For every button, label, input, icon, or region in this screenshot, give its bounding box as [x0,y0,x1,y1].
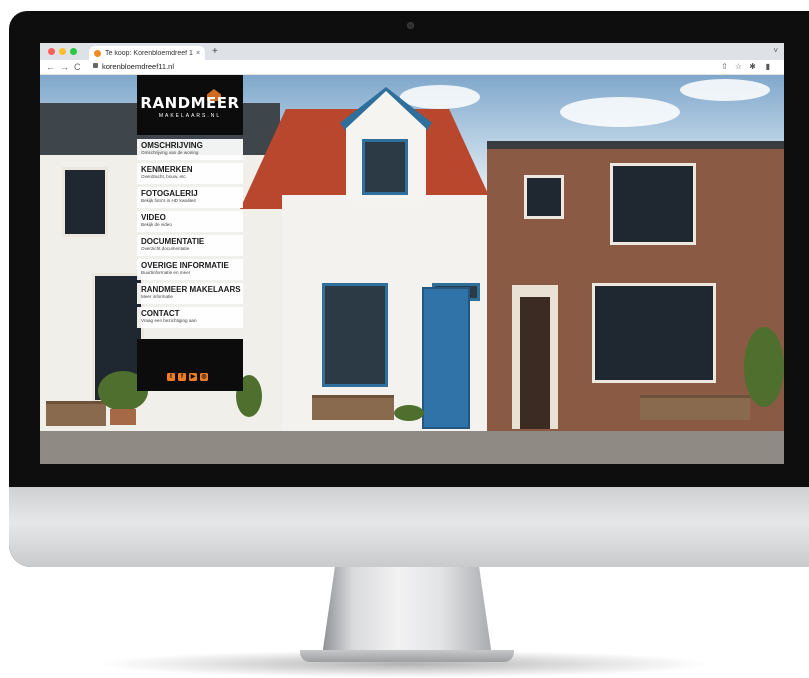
share-icon[interactable]: ⇧ [721,61,728,73]
bench [312,395,394,420]
menu-item-subtitle: Bekijk de video [141,222,172,227]
menu-item-title: RANDMEER MAKELAARS [141,285,241,294]
bench [640,395,750,420]
url-field[interactable]: korenbloemdreef11.nl [102,62,174,71]
menu-item-fotogalerij[interactable]: FOTOGALERIJ Bekijk foto's in HD kwalitei… [137,187,243,208]
tab-title: Te koop: Korenbloemdreef 11, · [105,49,193,57]
blue-door [422,287,470,429]
menu-item-documentatie[interactable]: DOCUMENTATIE Overzicht documentatie [137,235,243,256]
brick-lower-window [592,283,716,383]
browser-tabbar: Te koop: Korenbloemdreef 11, · × + ˅ [40,43,784,60]
dormer-window [362,139,408,195]
instagram-icon[interactable]: ◎ [200,373,208,381]
monitor-stand [322,562,492,656]
menu-item-subtitle: Omschrijving van de woning [141,150,199,155]
extensions-icon[interactable]: ✱ [749,61,756,73]
reload-icon[interactable]: C [74,61,81,73]
new-tab-button[interactable]: + [212,46,218,58]
brand-name: RANDMEER [140,94,240,112]
maximize-window-button[interactable] [70,48,77,55]
youtube-icon[interactable]: ▶ [189,373,197,381]
twitter-icon[interactable]: t [167,373,175,381]
menu-item-video[interactable]: VIDEO Bekijk de video [137,211,243,232]
left-upper-window [62,167,108,237]
menu-item-subtitle: Buurtinformatie en meer [141,270,191,275]
social-icons: t f ▶ ◎ [167,373,208,381]
menu-item-title: OMSCHRIJVING [141,141,203,150]
tree [744,327,784,407]
menu-item-omschrijving[interactable]: OMSCHRIJVING Omschrijving van de woning [137,139,243,160]
menu-item-overige-informatie[interactable]: OVERIGE INFORMATIE Buurtinformatie en me… [137,259,243,280]
shrub [394,405,424,421]
cloud [680,79,770,101]
brick-door [520,297,550,429]
menu-item-subtitle: Meer informatie [141,294,173,299]
cloud [400,85,480,109]
hero-photo: RANDMEER MAKELAARS.NL OMSCHRIJVING Omsch… [40,75,784,464]
menu-item-subtitle: Bekijk foto's in HD kwaliteit [141,198,196,203]
brick-upper-window [610,163,696,245]
menu-item-title: CONTACT [141,309,180,318]
forward-arrow-icon[interactable]: → [60,61,69,73]
site-menu-panel: RANDMEER MAKELAARS.NL OMSCHRIJVING Omsch… [137,75,243,391]
sidebar-icon[interactable]: ▮ [766,61,770,73]
flower-pot [110,409,136,425]
menu-item-title: DOCUMENTATIE [141,237,205,246]
browser-tab-active[interactable]: Te koop: Korenbloemdreef 11, · × [89,46,205,60]
social-bar: t f ▶ ◎ [137,339,243,391]
bookmark-star-icon[interactable]: ☆ [735,61,742,73]
close-window-button[interactable] [48,48,55,55]
menu-item-subtitle: Overzicht documentatie [141,246,190,251]
menu-item-title: KENMERKEN [141,165,193,174]
cloud [560,97,680,127]
facebook-icon[interactable]: f [178,373,186,381]
menu-item-title: OVERIGE INFORMATIE [141,261,229,270]
menu-item-contact[interactable]: CONTACT Vraag een bezichtiging aan [137,307,243,328]
lock-icon [93,63,98,68]
menu-item-subtitle: Vraag een bezichtiging aan [141,318,197,323]
street [40,431,784,464]
brand-logo[interactable]: RANDMEER MAKELAARS.NL [137,75,243,135]
menu-item-title: VIDEO [141,213,166,222]
menu-item-subtitle: Overdracht, bouw, etc. [141,174,187,179]
menu-list: OMSCHRIJVING Omschrijving van de woning … [137,139,243,331]
favicon-icon [94,49,101,57]
back-arrow-icon[interactable]: ← [46,61,55,73]
bench [46,401,106,426]
minimize-window-button[interactable] [59,48,66,55]
menu-item-kenmerken[interactable]: KENMERKEN Overdracht, bouw, etc. [137,163,243,184]
brand-subtitle: MAKELAARS.NL [158,113,222,119]
tab-list-chevron-icon[interactable]: ˅ [773,46,778,55]
monitor-stand-base [300,650,514,662]
brick-small-window [524,175,564,219]
browser-addressbar: ← → C korenbloemdreef11.nl ⇧ ☆ ✱ ▮ [40,60,784,75]
monitor-chin [9,487,809,567]
menu-item-title: FOTOGALERIJ [141,189,198,198]
center-window [322,283,388,387]
camera-icon [407,22,414,29]
imac-monitor: Te koop: Korenbloemdreef 11, · × + ˅ ← →… [9,11,809,567]
browser-window: Te koop: Korenbloemdreef 11, · × + ˅ ← →… [40,43,784,464]
menu-item-randmeer-makelaars[interactable]: RANDMEER MAKELAARS Meer informatie [137,283,243,304]
tab-close-icon[interactable]: × [196,50,200,57]
